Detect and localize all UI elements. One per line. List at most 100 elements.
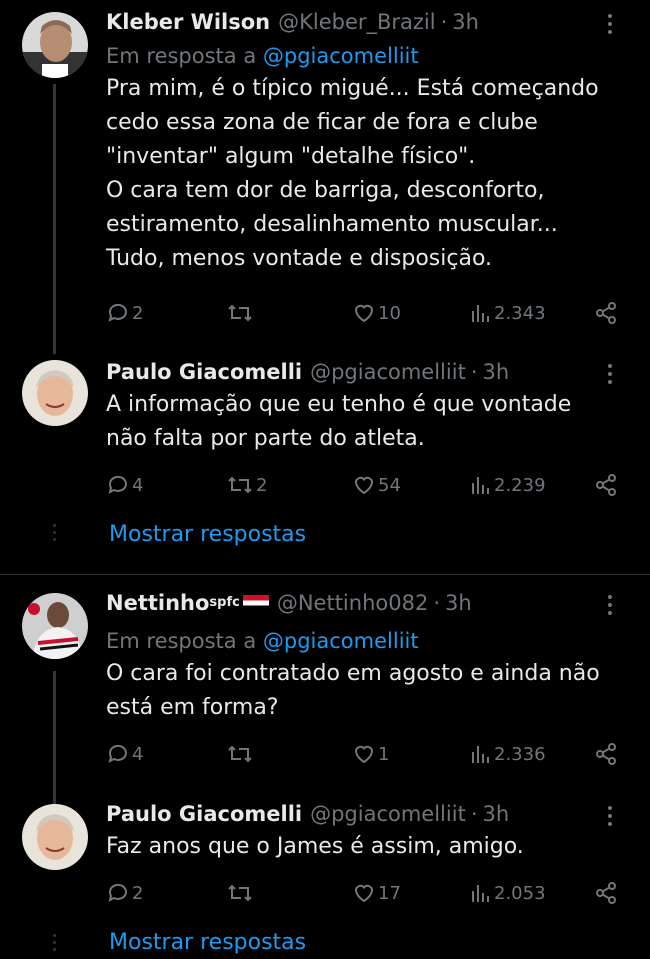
timestamp[interactable]: 3h: [483, 358, 510, 386]
tweet-header: Nettinho spfc @Nettinho082 · 3h: [106, 589, 630, 621]
separator-dot: ·: [440, 10, 448, 34]
views-icon: [472, 305, 489, 322]
share-icon: [596, 302, 616, 324]
tweet-text: Faz anos que o James é assim, amigo.: [106, 834, 524, 859]
tweet-paulo-reply-2[interactable]: Paulo Giacomelli @pgiacomelliit · 3h Faz…: [0, 796, 650, 959]
views-button[interactable]: 2.053: [470, 878, 546, 908]
reply-count: 2: [132, 882, 144, 904]
more-options-icon[interactable]: [598, 360, 622, 388]
retweet-button[interactable]: [226, 878, 256, 908]
display-name[interactable]: Paulo Giacomelli: [106, 358, 302, 386]
separator-dot: ·: [470, 360, 478, 384]
more-options-icon[interactable]: [598, 591, 622, 619]
timestamp[interactable]: 3h: [452, 8, 479, 36]
user-handle[interactable]: @pgiacomelliit: [310, 800, 466, 828]
thread-line: [53, 671, 56, 811]
reply-button[interactable]: 4: [106, 739, 143, 769]
view-count: 2.336: [494, 743, 546, 765]
display-name[interactable]: Nettinho: [106, 589, 209, 617]
display-name[interactable]: Paulo Giacomelli: [106, 800, 302, 828]
tweet-header: Kleber Wilson @Kleber_Brazil · 3h: [106, 8, 630, 36]
like-button[interactable]: 10: [352, 298, 401, 328]
view-count: 2.239: [494, 474, 546, 496]
tweet-actions: 4 2 54 2.239: [106, 470, 626, 500]
user-handle[interactable]: @pgiacomelliit: [310, 358, 466, 386]
views-button[interactable]: 2.336: [470, 739, 546, 769]
more-options-icon[interactable]: [598, 10, 622, 38]
thread-line: [53, 84, 56, 354]
reply-count: 2: [132, 302, 144, 324]
retweet-icon: [228, 476, 252, 494]
like-button[interactable]: 1: [352, 739, 389, 769]
reply-icon: [108, 475, 127, 494]
tweet-actions: 4 1 2.336: [106, 739, 626, 769]
share-button[interactable]: [594, 470, 618, 500]
tweet-kleber[interactable]: Kleber Wilson @Kleber_Brazil · 3h Em res…: [0, 0, 650, 354]
reply-button[interactable]: 4: [106, 470, 143, 500]
avatar[interactable]: [22, 360, 88, 426]
share-button[interactable]: [594, 298, 618, 328]
tweet-paulo-reply-1[interactable]: Paulo Giacomelli @pgiacomelliit · 3h A i…: [0, 354, 650, 574]
reply-handle-link[interactable]: @pgiacomelliit: [263, 44, 419, 68]
reply-prefix: Em resposta a: [106, 629, 257, 653]
views-icon: [472, 885, 489, 902]
like-button[interactable]: 17: [352, 878, 401, 908]
tweet-text: Pra mim, é o típico migué... Está começa…: [106, 76, 599, 271]
tweet-text: O cara foi contratado em agosto e ainda …: [106, 661, 600, 720]
thread-gap: [51, 934, 58, 955]
name-suffix: spfc: [209, 595, 240, 610]
reply-icon: [108, 883, 127, 902]
heart-icon: [354, 884, 374, 903]
reply-context: Em resposta a @pgiacomelliit: [106, 42, 630, 70]
reply-count: 4: [132, 743, 144, 765]
retweet-button[interactable]: 2: [226, 470, 267, 500]
like-count: 17: [378, 882, 401, 904]
timestamp[interactable]: 3h: [445, 589, 472, 617]
timestamp[interactable]: 3h: [483, 800, 510, 828]
retweet-button[interactable]: [226, 298, 256, 328]
like-count: 1: [378, 743, 390, 765]
views-button[interactable]: 2.239: [470, 470, 546, 500]
separator-dot: ·: [470, 802, 478, 826]
avatar[interactable]: [22, 804, 88, 870]
thread-gap: [51, 524, 58, 545]
reply-count: 4: [132, 474, 144, 496]
retweet-icon: [228, 884, 252, 902]
reply-button[interactable]: 2: [106, 298, 143, 328]
tweet-actions: 2 17 2.053: [106, 878, 626, 908]
separator-dot: ·: [433, 591, 440, 615]
retweet-count: 2: [256, 474, 268, 496]
heart-icon: [354, 745, 374, 764]
tweet-actions: 2 10 2.343: [106, 298, 626, 328]
flag-icon: [242, 595, 269, 611]
reply-handle-link[interactable]: @pgiacomelliit: [263, 629, 419, 653]
user-handle[interactable]: @Nettinho082: [277, 589, 428, 617]
retweet-icon: [228, 745, 252, 763]
user-handle[interactable]: @Kleber_Brazil: [278, 8, 436, 36]
view-count: 2.343: [494, 302, 546, 324]
share-icon: [596, 743, 616, 765]
views-button[interactable]: 2.343: [470, 298, 546, 328]
more-options-icon[interactable]: [598, 802, 622, 830]
retweet-icon: [228, 304, 252, 322]
heart-icon: [354, 304, 374, 323]
share-button[interactable]: [594, 739, 618, 769]
views-icon: [472, 477, 489, 494]
display-name[interactable]: Kleber Wilson: [106, 8, 270, 36]
tweet-nettinho[interactable]: Nettinho spfc @Nettinho082 · 3h Em respos…: [0, 575, 650, 811]
reply-button[interactable]: 2: [106, 878, 143, 908]
avatar[interactable]: [22, 593, 88, 659]
retweet-button[interactable]: [226, 739, 256, 769]
share-icon: [596, 474, 616, 496]
tweet-header: Paulo Giacomelli @pgiacomelliit · 3h: [106, 800, 630, 828]
avatar[interactable]: [22, 12, 88, 78]
like-button[interactable]: 54: [352, 470, 401, 500]
show-replies-link[interactable]: Mostrar respostas: [109, 928, 306, 958]
like-count: 54: [378, 474, 401, 496]
show-replies-link[interactable]: Mostrar respostas: [109, 520, 306, 550]
share-button[interactable]: [594, 878, 618, 908]
reply-icon: [108, 303, 127, 322]
reply-prefix: Em resposta a: [106, 44, 257, 68]
reply-icon: [108, 744, 127, 763]
like-count: 10: [378, 302, 401, 324]
